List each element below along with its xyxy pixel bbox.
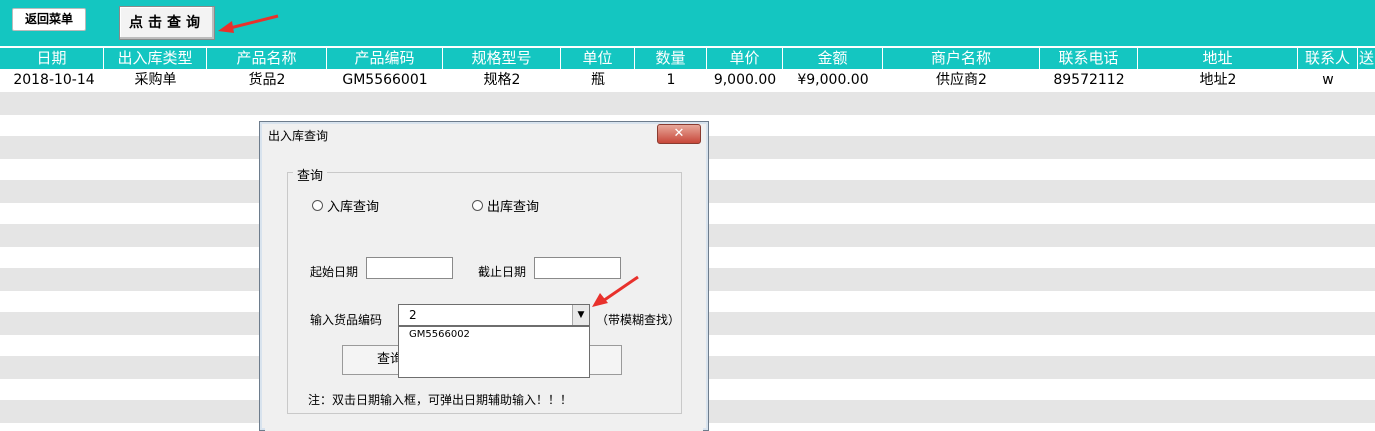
cell-merchant[interactable]: 供应商2 <box>883 69 1040 92</box>
cell-unit[interactable]: 瓶 <box>561 69 635 92</box>
back-to-menu-button[interactable]: 返回菜单 <box>12 8 86 31</box>
cell-quantity[interactable]: 1 <box>635 69 707 92</box>
cell-type[interactable]: 采购单 <box>104 69 207 92</box>
end-date-label: 截止日期 <box>478 265 527 279</box>
col-header-unit: 单位 <box>561 48 635 69</box>
cell-product-code[interactable]: GM5566001 <box>327 69 443 92</box>
hint-note: 注：双击日期输入框，可弹出日期辅助输入！！！ <box>308 393 573 407</box>
table-header: 日期 出入库类型 产品名称 产品编码 规格型号 单位 数量 单价 金额 商户名称… <box>0 48 1375 69</box>
col-header-product-name: 产品名称 <box>207 48 327 69</box>
col-header-quantity: 数量 <box>635 48 707 69</box>
fuzzy-search-hint: （带模糊查找） <box>596 313 681 327</box>
cell-contact[interactable]: w <box>1298 69 1358 92</box>
col-header-amount: 金额 <box>783 48 883 69</box>
radio-in-stock[interactable]: 入库查询 <box>312 196 379 215</box>
red-arrow-icon <box>592 275 639 307</box>
radio-in-label: 入库查询 <box>327 200 380 215</box>
start-date-field[interactable] <box>366 257 453 279</box>
cell-spec[interactable]: 规格2 <box>443 69 561 92</box>
group-title: 查询 <box>293 165 328 184</box>
close-icon[interactable]: ✕ <box>657 124 701 144</box>
cell-phone[interactable]: 89572112 <box>1040 69 1138 92</box>
col-header-contact: 联系人 <box>1298 48 1358 69</box>
cell-address[interactable]: 地址2 <box>1138 69 1298 92</box>
start-date-label: 起始日期 <box>310 265 359 279</box>
col-header-address: 地址 <box>1138 48 1298 69</box>
cell-amount[interactable]: ¥9,000.00 <box>783 69 883 92</box>
col-header-unit-price: 单价 <box>707 48 783 69</box>
radio-out-label: 出库查询 <box>487 200 540 215</box>
col-header-phone: 联系电话 <box>1040 48 1138 69</box>
cell-unit-price[interactable]: 9,000.00 <box>707 69 783 92</box>
col-header-merchant: 商户名称 <box>883 48 1040 69</box>
col-header-delivery: 送 <box>1358 49 1374 67</box>
dropdown-option[interactable]: GM5566002 <box>399 327 589 340</box>
cell-product-name[interactable]: 货品2 <box>207 69 327 92</box>
radio-out-stock[interactable]: 出库查询 <box>472 196 539 215</box>
combobox-value: 2 <box>409 308 417 322</box>
product-code-combobox[interactable]: 2 ▼ <box>398 304 590 326</box>
radio-circle-icon[interactable] <box>472 200 483 211</box>
col-header-date: 日期 <box>0 48 104 69</box>
cell-date[interactable]: 2018-10-14 <box>0 69 108 92</box>
chevron-down-icon[interactable]: ▼ <box>572 305 589 325</box>
click-query-button[interactable]: 点击查询 <box>119 6 215 40</box>
code-label: 输入货品编码 <box>310 313 383 327</box>
col-header-spec: 规格型号 <box>443 48 561 69</box>
code-dropdown-list[interactable]: GM5566002 <box>398 326 590 378</box>
col-header-product-code: 产品编码 <box>327 48 443 69</box>
table-row[interactable]: 2018-10-14 采购单 货品2 GM5566001 规格2 瓶 1 9,0… <box>0 69 1375 92</box>
radio-circle-icon[interactable] <box>312 200 323 211</box>
col-header-type: 出入库类型 <box>104 48 207 69</box>
dialog-title: 出入库查询 <box>268 129 329 143</box>
red-arrow-icon <box>218 14 279 33</box>
